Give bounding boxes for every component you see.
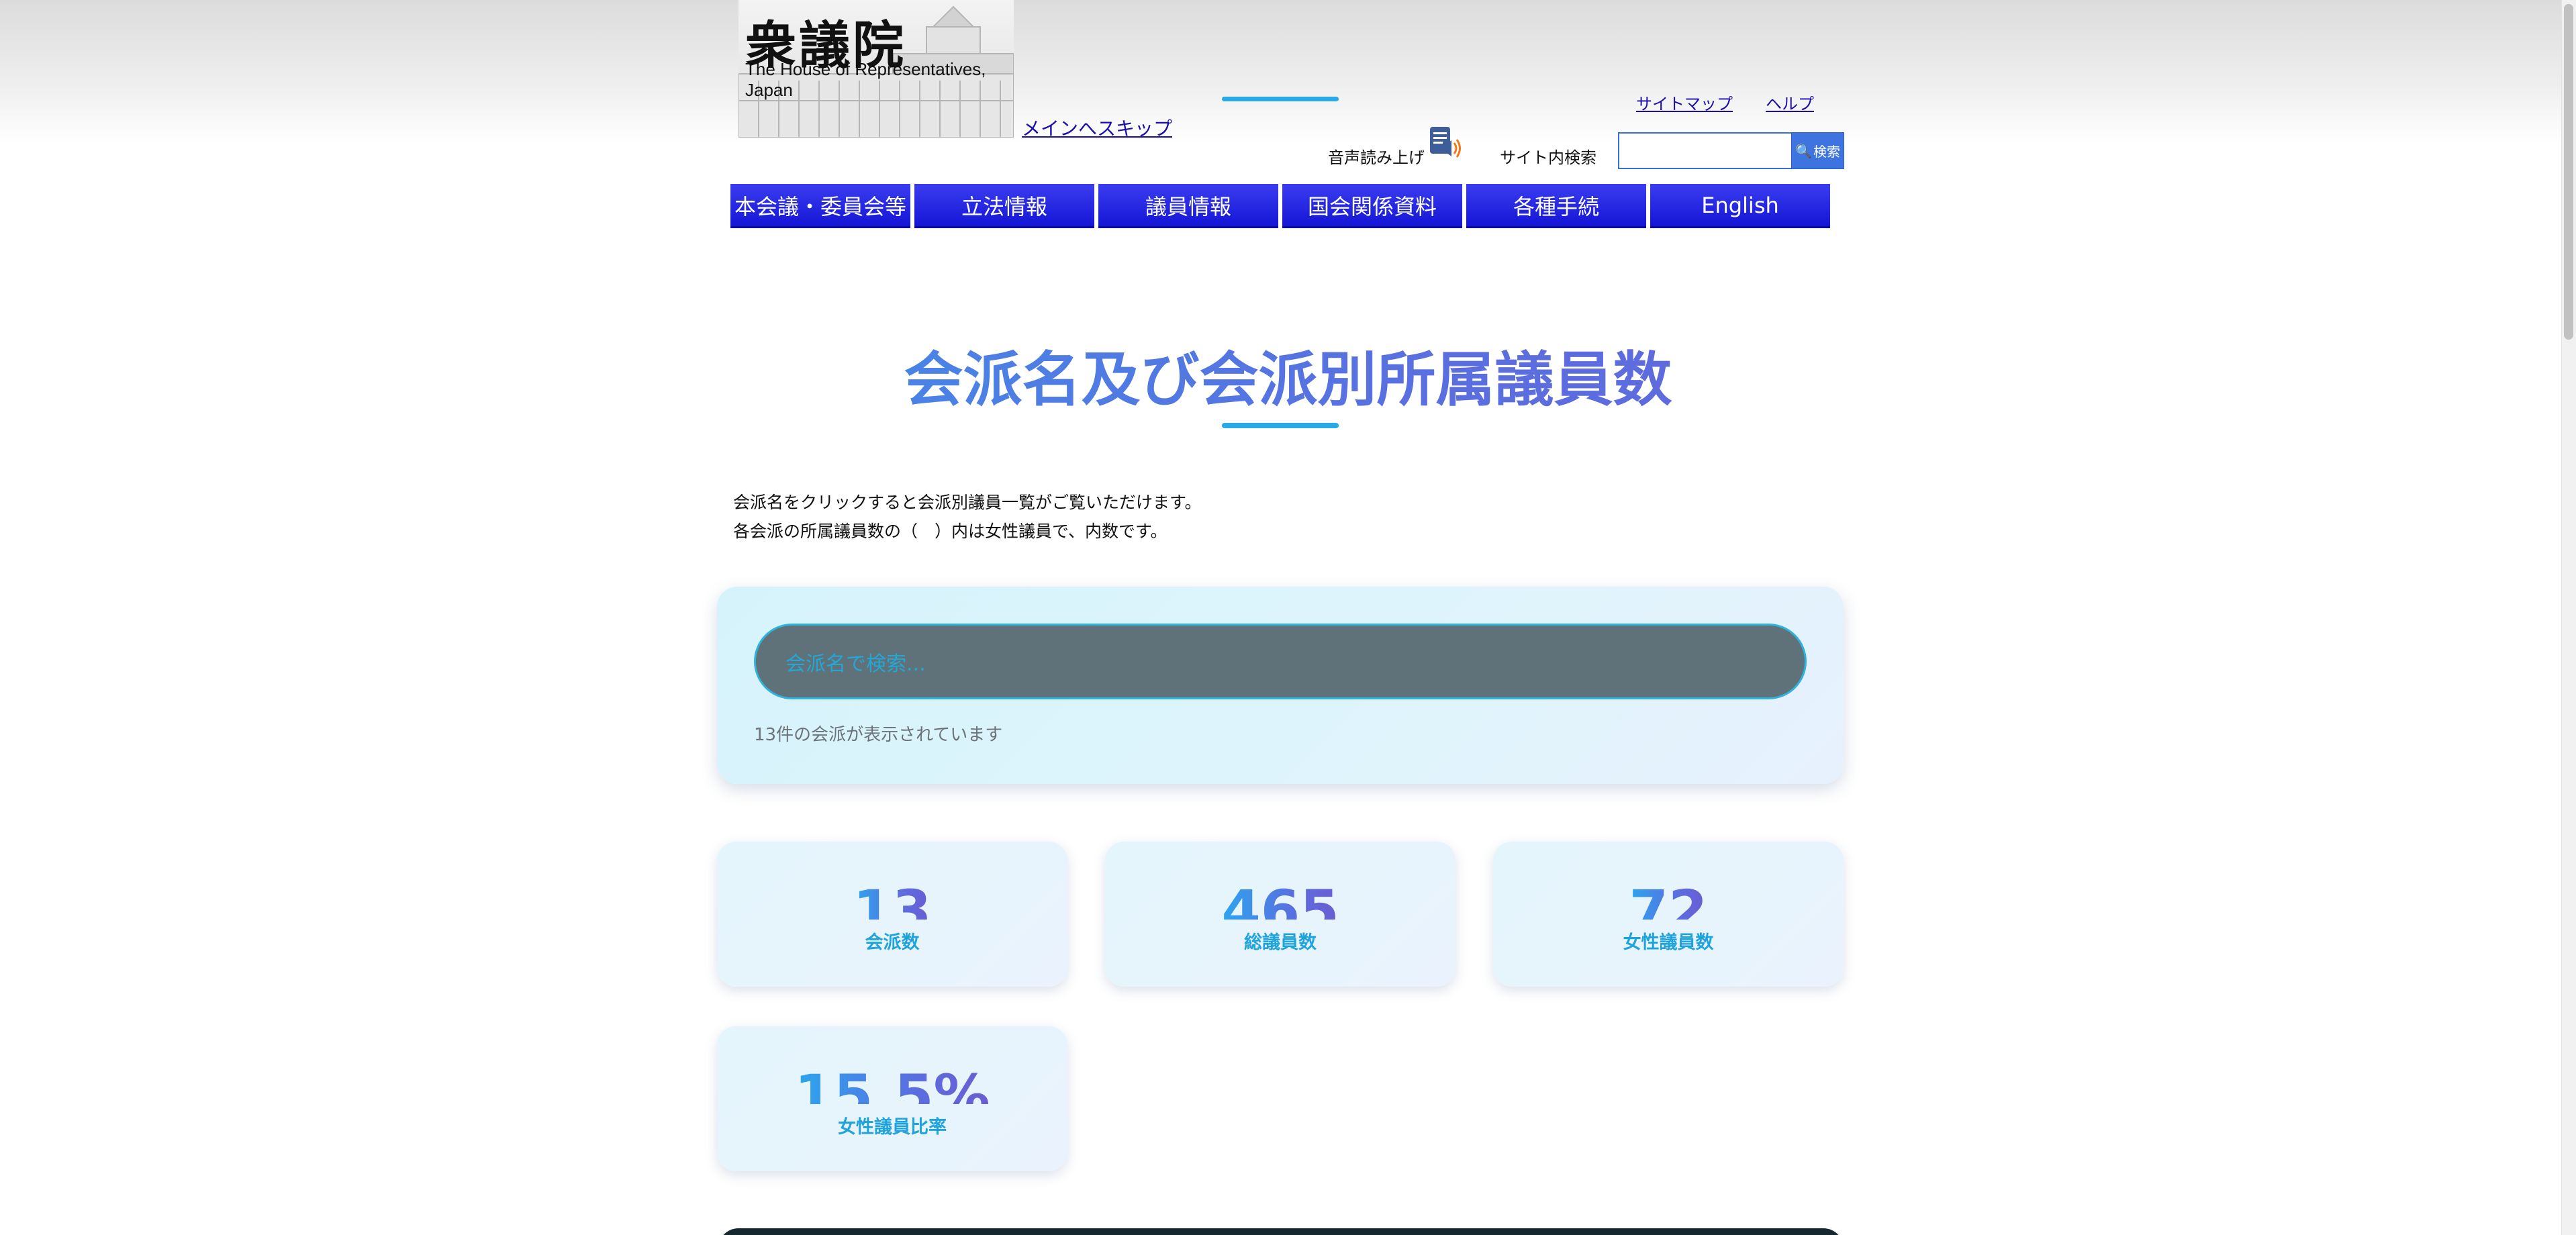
stat-label: 総議員数: [1244, 932, 1317, 953]
nav-item-procedures[interactable]: 各種手続: [1466, 184, 1646, 228]
nav-item-members[interactable]: 議員情報: [1098, 184, 1278, 228]
intro-line-2: 各会派の所属議員数の（ ）内は女性議員で、内数です。: [733, 522, 1167, 541]
stat-label: 会派数: [865, 932, 920, 953]
speaker-icon[interactable]: [1427, 124, 1465, 162]
nav-item-english[interactable]: English: [1650, 184, 1830, 228]
faction-search-panel: 会派名で検索... 13件の会派が表示されています: [717, 587, 1844, 784]
faction-list-header: [718, 1228, 1844, 1235]
stat-card-factions: 13 会派数: [717, 842, 1067, 987]
nav-item-legislation[interactable]: 立法情報: [914, 184, 1094, 228]
stat-card-female-ratio: 15.5% 女性議員比率: [717, 1026, 1067, 1171]
page-title: 会派名及び会派別所属議員数: [0, 332, 2576, 417]
sitemap-link[interactable]: サイトマップ: [1636, 91, 1733, 114]
site-logo[interactable]: 衆議院 The House of Representatives, Japan: [738, 0, 1014, 138]
site-search-label: サイト内検索: [1500, 148, 1596, 167]
skip-to-main-link[interactable]: メインへスキップ: [1022, 114, 1172, 141]
stat-card-total-members: 465 総議員数: [1105, 842, 1456, 987]
faction-search-input[interactable]: 会派名で検索...: [754, 624, 1807, 699]
page-scrollbar[interactable]: [2561, 0, 2576, 1235]
result-count: 13件の会派が表示されています: [754, 725, 1003, 745]
stat-card-female-members: 72 女性議員数: [1493, 842, 1844, 987]
scrollbar-thumb[interactable]: [2564, 4, 2573, 340]
site-search-input[interactable]: [1618, 132, 1793, 169]
intro-line-1: 会派名をクリックすると会派別議員一覧がご覧いただけます。: [733, 493, 1202, 512]
stat-value: 15.5%: [794, 1058, 990, 1104]
magnifier-icon: 🔍: [1795, 142, 1812, 159]
nav-item-plenary[interactable]: 本会議・委員会等: [730, 184, 910, 228]
site-search-button[interactable]: 🔍 検索: [1791, 132, 1844, 169]
intro-text: 会派名をクリックすると会派別議員一覧がご覧いただけます。 各会派の所属議員数の（…: [733, 488, 1202, 546]
stat-value: 72: [1629, 874, 1708, 920]
title-underline: [1222, 423, 1339, 428]
stat-value: 465: [1221, 874, 1339, 920]
header-accent-bar: [1222, 97, 1339, 101]
header-background: [0, 0, 2576, 144]
help-link[interactable]: ヘルプ: [1766, 91, 1814, 114]
stat-label: 女性議員数: [1623, 932, 1714, 953]
stat-value: 13: [853, 874, 932, 920]
site-search-button-label: 検索: [1813, 144, 1840, 160]
stat-label: 女性議員比率: [838, 1117, 947, 1138]
logo-english: The House of Representatives, Japan: [745, 59, 986, 100]
voice-reading-label[interactable]: 音声読み上げ: [1328, 144, 1425, 168]
nav-item-diet-materials[interactable]: 国会関係資料: [1282, 184, 1462, 228]
